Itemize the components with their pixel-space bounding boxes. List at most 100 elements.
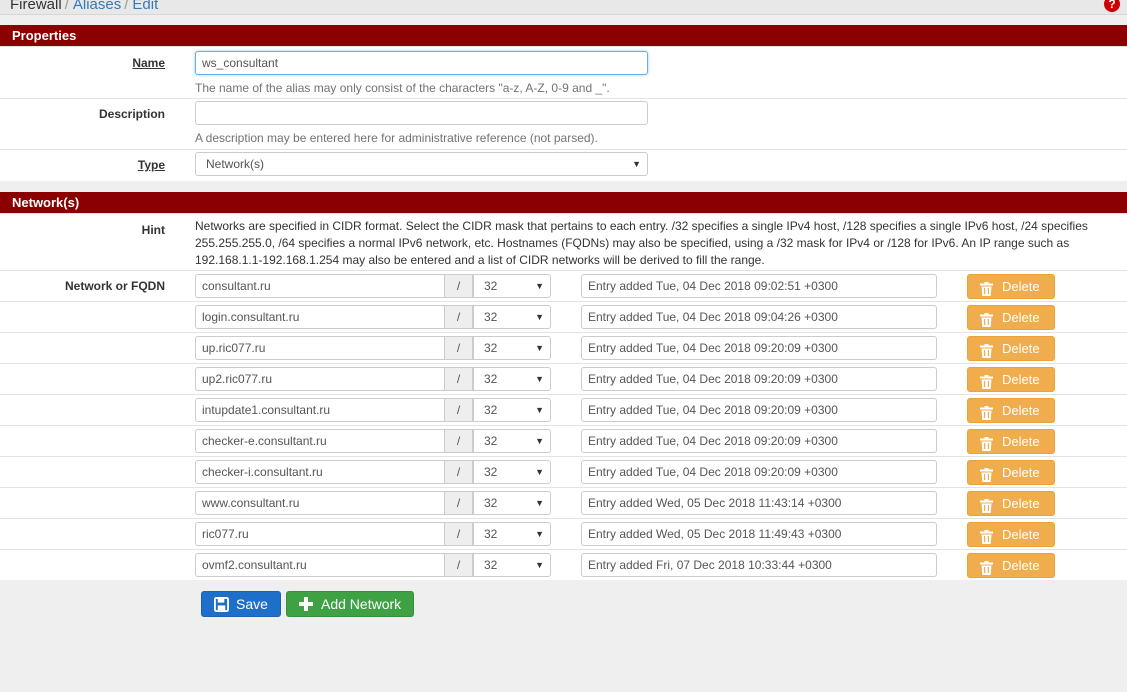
entry-description-input[interactable]: Entry added Tue, 04 Dec 2018 09:20:09 +0… <box>581 398 937 422</box>
description-row: Description A description may be entered… <box>0 98 1127 149</box>
entry-description-input[interactable]: Entry added Tue, 04 Dec 2018 09:02:51 +0… <box>581 274 937 298</box>
network-address-input[interactable]: up2.ric077.ru <box>195 367 444 391</box>
chevron-down-icon: ▼ <box>535 374 544 384</box>
delete-button-label: Delete <box>1002 434 1040 449</box>
delete-button[interactable]: Delete <box>967 336 1055 361</box>
chevron-down-icon: ▼ <box>535 529 544 539</box>
add-network-button-label: Add Network <box>321 596 402 612</box>
delete-button-label: Delete <box>1002 341 1040 356</box>
network-row: up.ric077.ru/ 32 ▼ Entry added Tue, 04 Dec … <box>0 332 1127 363</box>
cidr-mask-value: 32 <box>484 558 498 572</box>
entry-description-input[interactable]: Entry added Tue, 04 Dec 2018 09:04:26 +0… <box>581 305 937 329</box>
breadcrumb-aliases-link[interactable]: Aliases <box>73 0 121 13</box>
cidr-mask-select[interactable]: 32 ▼ <box>473 553 551 577</box>
help-icon[interactable]: ? <box>1104 0 1120 12</box>
breadcrumb: Firewall / Aliases / Edit <box>10 0 158 13</box>
network-address-input[interactable]: ric077.ru <box>195 522 444 546</box>
network-row: login.consultant.ru/ 32 ▼ Entry added Tue, … <box>0 301 1127 332</box>
delete-button-label: Delete <box>1002 558 1040 573</box>
entry-description-input[interactable]: Entry added Fri, 07 Dec 2018 10:33:44 +0… <box>581 553 937 577</box>
cidr-mask-value: 32 <box>484 465 498 479</box>
network-rows: Network or FQDN consultant.ru/32 ▼ Entry ad… <box>0 270 1127 580</box>
delete-button-label: Delete <box>1002 465 1040 480</box>
trash-icon <box>980 497 993 520</box>
cidr-mask-select[interactable]: 32 ▼ <box>473 522 551 546</box>
network-address-input[interactable]: intupdate1.consultant.ru <box>195 398 444 422</box>
description-help-text: A description may be entered here for ad… <box>195 131 598 145</box>
entry-description-input[interactable]: Entry added Tue, 04 Dec 2018 09:20:09 +0… <box>581 460 937 484</box>
cidr-mask-select[interactable]: 32 ▼ <box>473 491 551 515</box>
chevron-down-icon: ▼ <box>535 343 544 353</box>
trash-icon <box>980 559 993 582</box>
network-row: checker-e.consultant.ru/ 32 ▼ Entry added T… <box>0 425 1127 456</box>
cidr-mask-select[interactable]: 32 ▼ <box>473 305 551 329</box>
network-row: www.consultant.ru/ 32 ▼ Entry added Wed, 05… <box>0 487 1127 518</box>
network-address-input[interactable]: ovmf2.consultant.ru <box>195 553 444 577</box>
chevron-down-icon: ▼ <box>535 498 544 508</box>
trash-icon <box>980 342 993 365</box>
network-or-fqdn-label: Network or FQDN <box>64 279 165 293</box>
chevron-down-icon: ▼ <box>632 159 641 169</box>
delete-button[interactable]: Delete <box>967 305 1055 330</box>
chevron-down-icon: ▼ <box>535 436 544 446</box>
delete-button[interactable]: Delete <box>967 522 1055 547</box>
delete-button[interactable]: Delete <box>967 429 1055 454</box>
cidr-mask-select[interactable]: 32 ▼ <box>473 429 551 453</box>
cidr-slash-addon: / <box>444 305 473 329</box>
cidr-mask-select[interactable]: 32 ▼ <box>473 367 551 391</box>
save-button[interactable]: Save <box>201 591 281 617</box>
entry-description-input[interactable]: Entry added Tue, 04 Dec 2018 09:20:09 +0… <box>581 367 937 391</box>
properties-panel: Properties Name ws_consultant The name o… <box>0 25 1127 181</box>
delete-button[interactable]: Delete <box>967 367 1055 392</box>
delete-button-label: Delete <box>1002 527 1040 542</box>
trash-icon <box>980 466 993 489</box>
breadcrumb-edit-link[interactable]: Edit <box>132 0 158 13</box>
delete-button[interactable]: Delete <box>967 491 1055 516</box>
hint-row: Hint Networks are specified in CIDR form… <box>0 213 1127 270</box>
cidr-mask-value: 32 <box>484 372 498 386</box>
trash-icon <box>980 373 993 396</box>
description-label: Description <box>98 107 165 121</box>
trash-icon <box>980 404 993 427</box>
delete-button-label: Delete <box>1002 496 1040 511</box>
chevron-down-icon: ▼ <box>535 281 544 291</box>
cidr-mask-select[interactable]: 32 ▼ <box>473 336 551 360</box>
delete-button[interactable]: Delete <box>967 460 1055 485</box>
properties-heading: Properties <box>0 25 1127 46</box>
network-address-input[interactable]: consultant.ru <box>195 274 444 298</box>
network-address-input[interactable]: checker-e.consultant.ru <box>195 429 444 453</box>
network-address-input[interactable]: login.consultant.ru <box>195 305 444 329</box>
trash-icon <box>980 528 993 551</box>
cidr-mask-select[interactable]: 32 ▼ <box>473 460 551 484</box>
breadcrumb-firewall[interactable]: Firewall <box>10 0 62 13</box>
cidr-slash-addon: / <box>444 460 473 484</box>
cidr-mask-select[interactable]: 32 ▼ <box>473 274 551 298</box>
entry-description-input[interactable]: Entry added Tue, 04 Dec 2018 09:20:09 +0… <box>581 429 937 453</box>
description-input[interactable] <box>195 101 648 125</box>
network-address-input[interactable]: up.ric077.ru <box>195 336 444 360</box>
type-select[interactable]: Network(s) ▼ <box>195 152 648 176</box>
name-input[interactable]: ws_consultant <box>195 51 648 75</box>
delete-button[interactable]: Delete <box>967 398 1055 423</box>
delete-button-label: Delete <box>1002 310 1040 325</box>
delete-button-label: Delete <box>1002 403 1040 418</box>
name-row: Name ws_consultant The name of the alias… <box>0 46 1127 98</box>
network-row: up2.ric077.ru/ 32 ▼ Entry added Tue, 04 Dec… <box>0 363 1127 394</box>
cidr-slash-addon: / <box>444 491 473 515</box>
cidr-mask-value: 32 <box>484 341 498 355</box>
delete-button[interactable]: Delete <box>967 553 1055 578</box>
plus-icon <box>299 597 313 611</box>
add-network-button[interactable]: Add Network <box>286 591 414 617</box>
entry-description-input[interactable]: Entry added Tue, 04 Dec 2018 09:20:09 +0… <box>581 336 937 360</box>
cidr-mask-value: 32 <box>484 434 498 448</box>
entry-description-input[interactable]: Entry added Wed, 05 Dec 2018 11:43:14 +0… <box>581 491 937 515</box>
cidr-slash-addon: / <box>444 553 473 577</box>
entry-description-input[interactable]: Entry added Wed, 05 Dec 2018 11:49:43 +0… <box>581 522 937 546</box>
network-address-input[interactable]: checker-i.consultant.ru <box>195 460 444 484</box>
breadcrumb-separator: / <box>64 0 69 13</box>
chevron-down-icon: ▼ <box>535 560 544 570</box>
network-address-input[interactable]: www.consultant.ru <box>195 491 444 515</box>
cidr-mask-select[interactable]: 32 ▼ <box>473 398 551 422</box>
hint-text: Networks are specified in CIDR format. S… <box>195 219 1088 267</box>
delete-button[interactable]: Delete <box>967 274 1055 299</box>
